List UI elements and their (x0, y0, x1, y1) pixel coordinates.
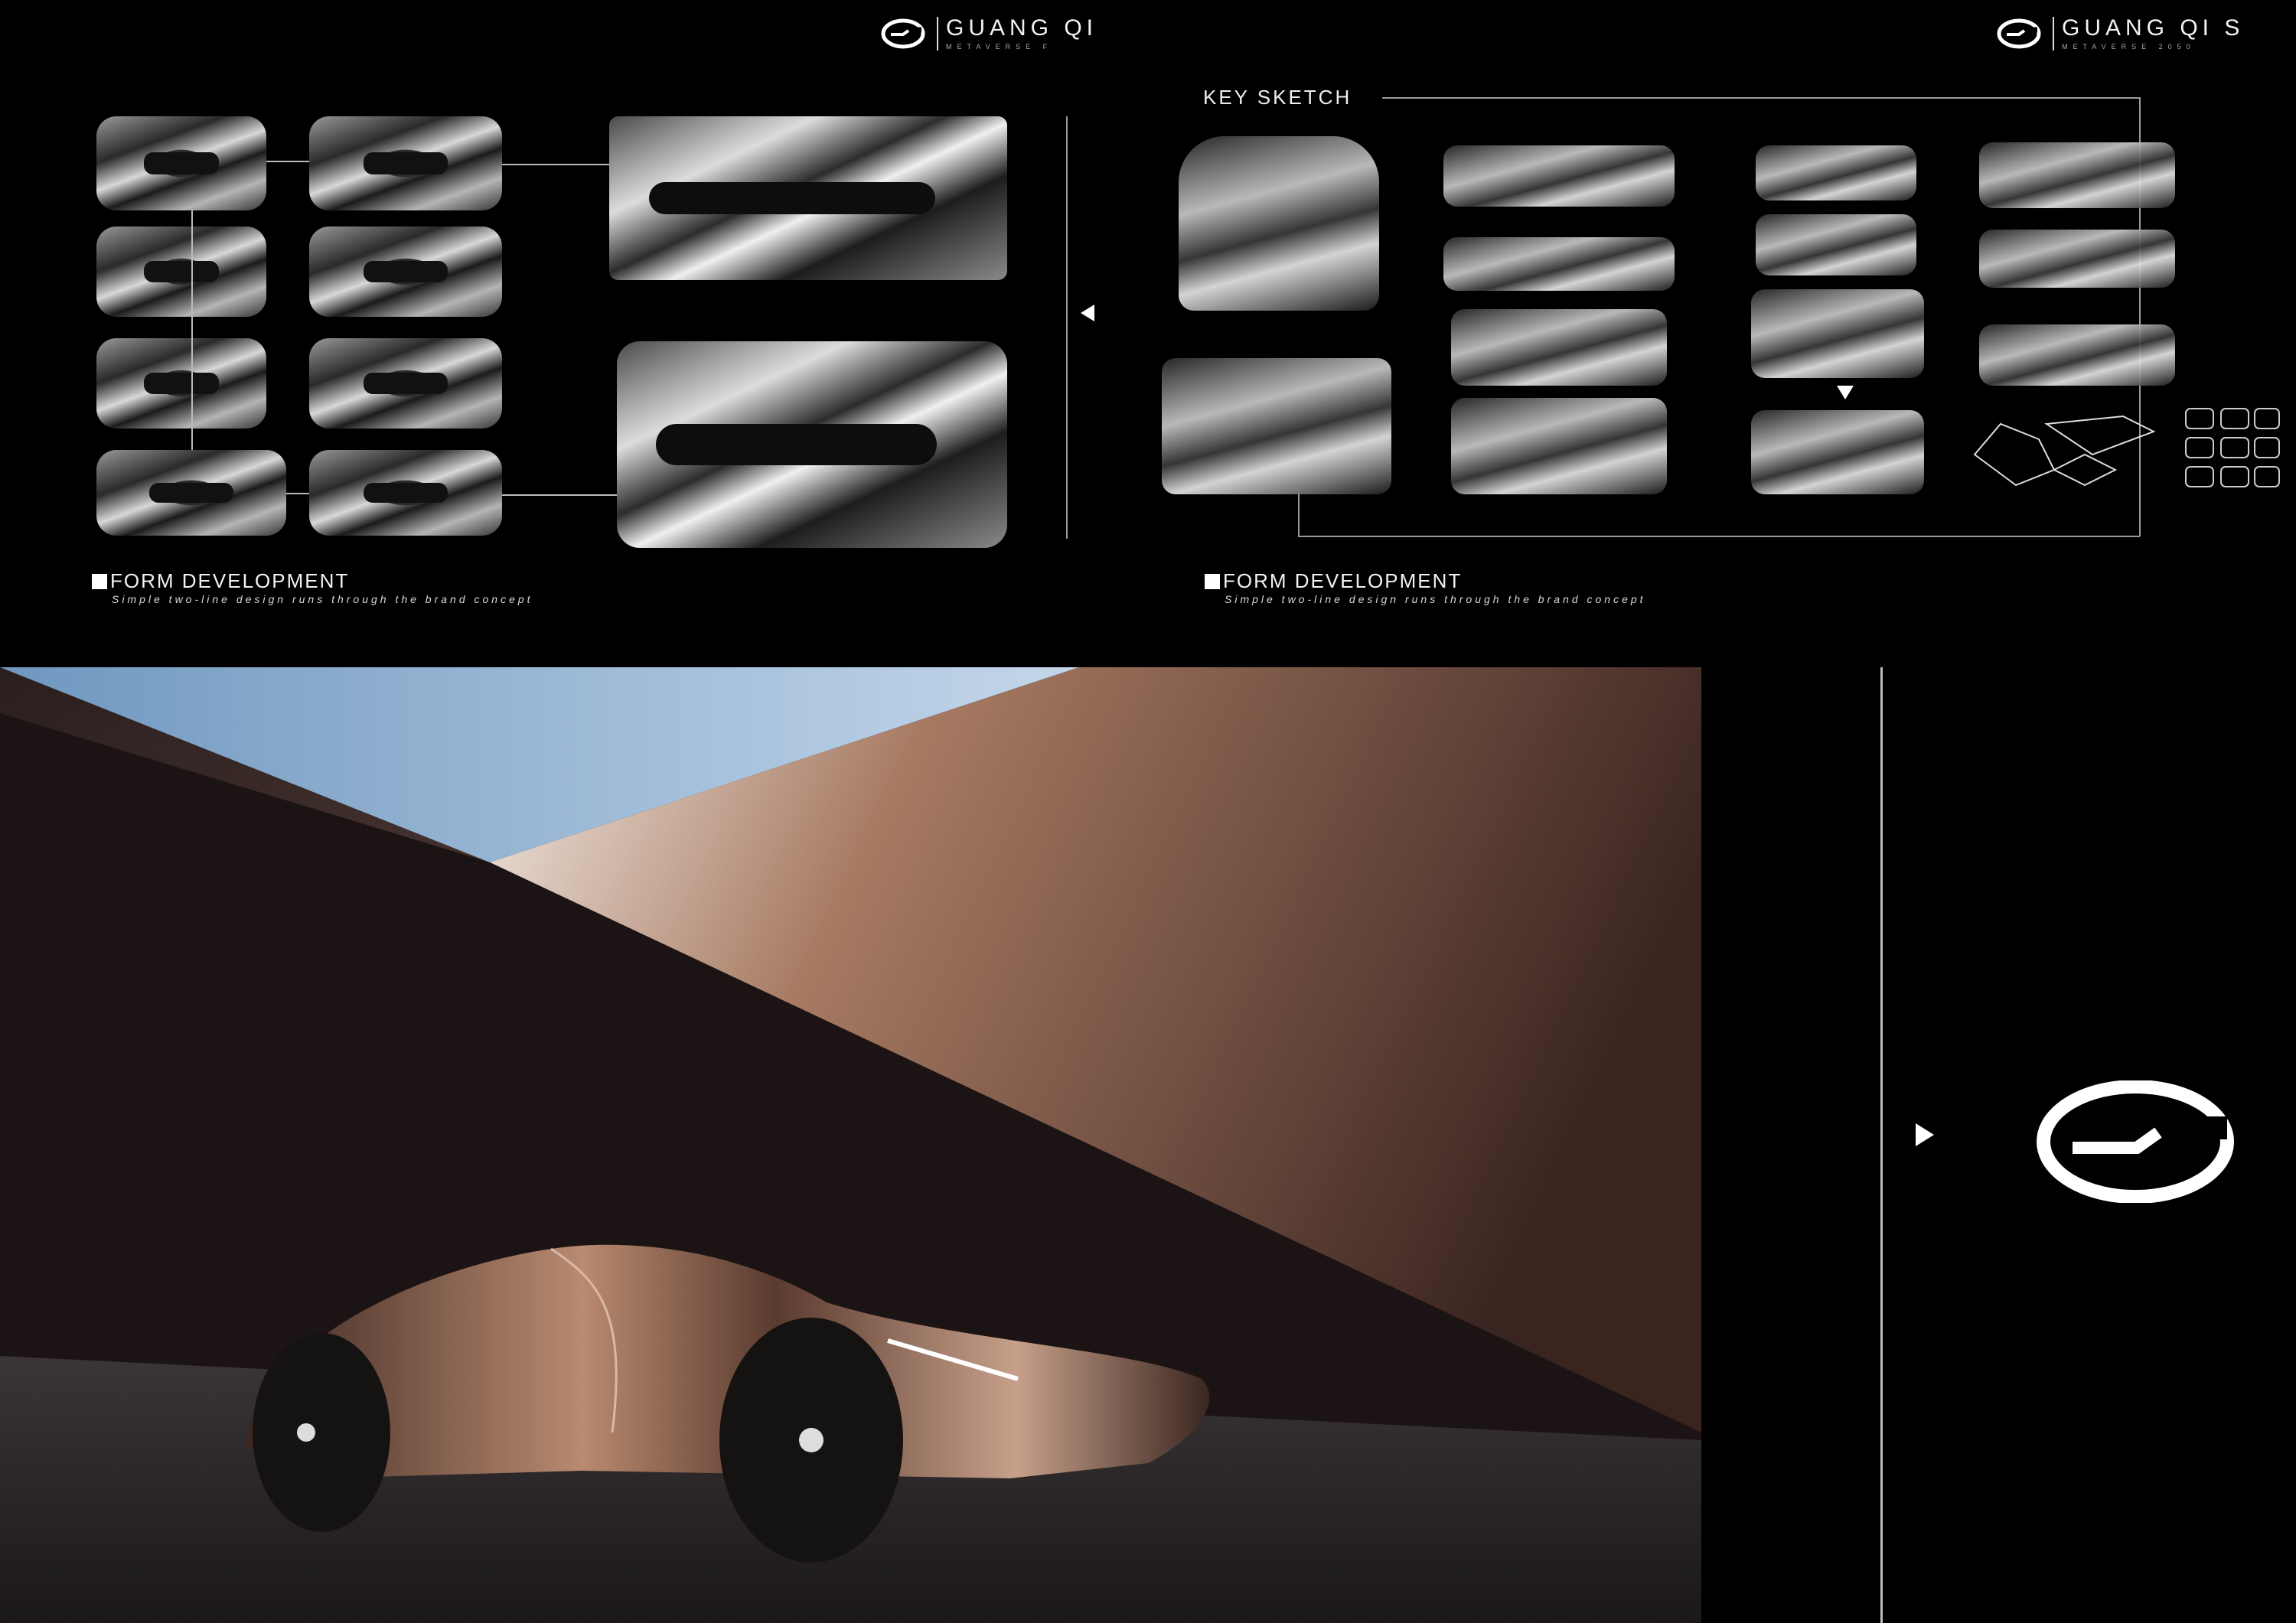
key-sketch (1443, 237, 1675, 291)
form-top-view-large (609, 116, 1007, 280)
form-thumbnail (96, 116, 266, 210)
brand-subtitle: METAVERSE F (946, 43, 1053, 51)
form-plan-view-large (617, 341, 1007, 548)
brand-subtitle: METAVERSE 2050 (2062, 43, 2196, 51)
car-render-scene (0, 667, 1701, 1623)
gac-g-logo-icon (1997, 18, 2041, 49)
frame-line-left (1298, 490, 1300, 536)
caption-subtitle: Simple two-line design runs through the … (1225, 593, 1646, 605)
form-thumbnail (96, 227, 266, 317)
triangle-down-icon (1837, 386, 1854, 399)
brand-name: GUANG QI S (2062, 15, 2245, 41)
bullet-square (1205, 573, 1220, 589)
form-thumbnail (309, 450, 502, 536)
vertical-divider (1880, 667, 1883, 1623)
key-sketch-plan (1162, 358, 1391, 494)
key-sketch (1451, 309, 1667, 386)
top-left-panel: GUANG QI METAVERSE F FORM DEVELOPMENT Si… (0, 0, 1110, 667)
form-thumbnail (96, 338, 266, 429)
gac-g-logo-icon (881, 18, 925, 49)
connector-line (286, 493, 309, 494)
connector-line (502, 494, 617, 496)
top-right-panel: GUANG QI S METAVERSE 2050 KEY SKETCH FOR… (1110, 0, 2296, 667)
key-sketch (1979, 230, 2175, 288)
form-thumbnail (309, 116, 502, 210)
caption-title: FORM DEVELOPMENT (1205, 569, 1462, 593)
bullet-square (92, 573, 107, 589)
caption-title-text: FORM DEVELOPMENT (110, 569, 350, 592)
key-sketch (1756, 214, 1916, 275)
key-sketch (1979, 324, 2175, 386)
scene-render (0, 667, 1701, 1623)
caption-title-text: FORM DEVELOPMENT (1223, 569, 1463, 592)
caption-subtitle: Simple two-line design runs through the … (112, 593, 533, 605)
brand-header-right: GUANG QI S METAVERSE 2050 (1996, 17, 2244, 51)
gac-g-logo-large-icon (2037, 1080, 2234, 1203)
frame-line-top (1382, 97, 2140, 99)
section-label: KEY SKETCH (1203, 86, 1352, 109)
bottom-right-panel (1701, 667, 2296, 1623)
key-sketch (1451, 398, 1667, 494)
vertical-divider (1066, 116, 1068, 539)
brand-header-left: GUANG QI METAVERSE F (880, 17, 1097, 51)
line-sketch-cluster (1973, 408, 2280, 487)
key-sketch-front (1179, 136, 1379, 311)
connector-line (266, 161, 309, 162)
key-sketch (1443, 145, 1675, 207)
form-thumbnail (309, 338, 502, 429)
brand-divider (937, 17, 938, 51)
brand-divider (2053, 17, 2054, 51)
key-sketch (1756, 145, 1916, 200)
key-sketch (1979, 142, 2175, 208)
form-thumbnail (309, 227, 502, 317)
brand-name: GUANG QI (946, 15, 1098, 41)
triangle-left-icon (1081, 305, 1094, 321)
wheel-left (253, 1333, 390, 1532)
caption-title: FORM DEVELOPMENT (92, 569, 349, 593)
play-right-icon (1916, 1123, 1934, 1146)
connector-line (191, 210, 193, 450)
frame-line-bottom (1298, 536, 2140, 537)
key-sketch (1751, 410, 1924, 494)
key-sketch (1751, 289, 1924, 378)
connector-line (502, 164, 609, 165)
form-thumbnail (96, 450, 286, 536)
